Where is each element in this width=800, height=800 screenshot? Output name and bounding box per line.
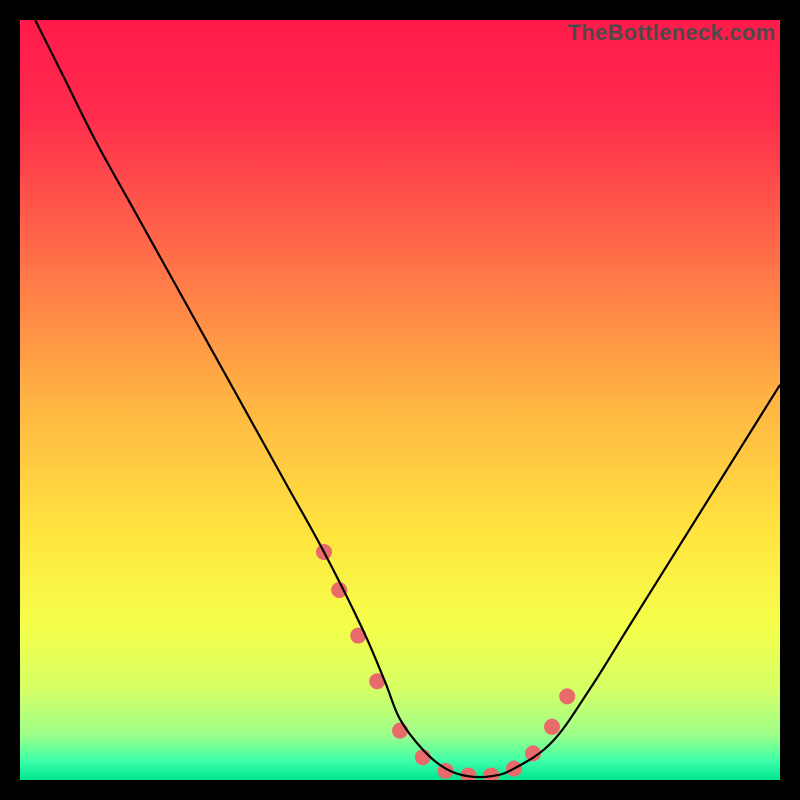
chart-svg — [20, 20, 780, 780]
marker-dot — [559, 688, 575, 704]
marker-dot — [392, 723, 408, 739]
marker-dot — [415, 749, 431, 765]
marker-dot — [483, 767, 499, 780]
marker-dots — [316, 544, 575, 780]
plot-area: TheBottleneck.com — [20, 20, 780, 780]
bottleneck-curve — [35, 20, 780, 777]
marker-dot — [544, 719, 560, 735]
marker-dot — [331, 582, 347, 598]
chart-frame: TheBottleneck.com — [0, 0, 800, 800]
watermark-text: TheBottleneck.com — [568, 20, 776, 46]
marker-dot — [460, 767, 476, 780]
